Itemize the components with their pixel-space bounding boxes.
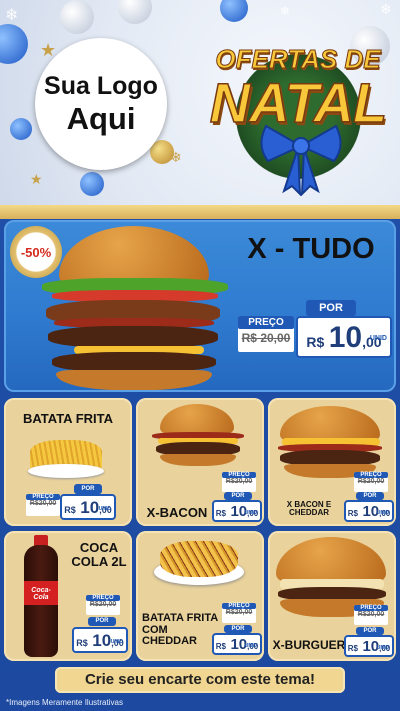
logo-placeholder[interactable]: Sua Logo Aqui: [35, 38, 167, 170]
product-card-x-bacon[interactable]: X-BACON PREÇO R$20,00 POR R$ 10,00 UNID: [136, 398, 264, 526]
product-name: COCA COLA 2L: [71, 540, 127, 569]
old-price-box: PREÇO R$ 20,00: [238, 316, 294, 352]
old-price: R$ 20,00: [241, 331, 291, 345]
featured-product-name: X - TUDO: [247, 233, 375, 265]
currency: R$: [215, 642, 226, 651]
price-tag: PREÇO R$20,00 POR R$ 10,00 UNID: [212, 603, 264, 657]
price-integer: 10: [328, 321, 363, 354]
por-label: POR: [356, 627, 384, 635]
snowflake-icon: ❄: [380, 2, 392, 18]
ornament-ball: [0, 24, 28, 64]
unit-label: UNID: [244, 510, 257, 516]
featured-price-tag: PREÇO R$ 20,00 POR R$ 10,00 UNID: [238, 300, 394, 366]
old-price: R$20,00: [225, 478, 253, 485]
snowflake-icon: ❄: [280, 4, 291, 18]
currency: R$: [64, 505, 76, 515]
disclaimer-text: *Imagens Meramente Ilustrativas: [6, 698, 123, 707]
currency: R$: [215, 509, 226, 518]
ornament-ball: [118, 0, 152, 24]
old-price-box: PREÇO R$20,00: [222, 603, 256, 623]
price-tag: PREÇO R$20,00 POR R$ 10,00 UNID: [70, 595, 130, 657]
new-price-box: R$ 10,00 UNID: [296, 316, 392, 358]
product-name: BATATA FRITA: [22, 411, 113, 426]
new-price-box: R$ 10,00 UNID: [72, 627, 128, 653]
price-tag: PREÇO R$20,00 POR R$ 10,00 UNID: [26, 484, 130, 522]
price-tag: PREÇO R$20,00 POR R$ 10,00 UNID: [344, 605, 396, 659]
old-price-box: PREÇO R$20,00: [354, 605, 388, 625]
old-price: R$20,00: [225, 609, 253, 616]
product-card-x-burguer[interactable]: X-BURGUER PREÇO R$20,00 POR R$ 10,00 UNI…: [268, 531, 396, 661]
snowflake-icon: ❄: [5, 5, 19, 24]
new-price-box: R$ 10,00 UNID: [60, 494, 116, 520]
header-banner: ★ ★ ❄ ❄ ❄ ❄ Sua Logo Aqui OFERTAS DE NAT…: [0, 0, 400, 205]
por-label: POR: [224, 625, 252, 633]
ornament-ball: [60, 0, 94, 34]
currency: R$: [347, 509, 358, 518]
old-price-box: PREÇO R$20,00: [86, 595, 120, 615]
logo-text-line1: Sua Logo: [44, 72, 158, 100]
unit-label: UNID: [244, 643, 257, 649]
unit-label: UNID: [376, 510, 389, 516]
old-price: R$20,00: [89, 601, 117, 608]
unit-label: UNID: [369, 335, 387, 342]
coke-brand-label: Coca-Cola: [31, 587, 51, 601]
product-card-batata-cheddar[interactable]: BATATA FRITA COM CHEDDAR PREÇO R$20,00 P…: [136, 531, 264, 661]
ornament-ball: [80, 172, 104, 196]
price-tag: PREÇO R$20,00 POR R$ 10,00 UNID: [344, 472, 396, 524]
old-price: R$20,00: [357, 478, 385, 485]
featured-card[interactable]: -50% X - TUDO PREÇO R$ 20,00 POR R$ 10,0…: [4, 220, 396, 392]
new-price-box: R$ 10,00 UNID: [344, 635, 394, 657]
price-integer: 10: [80, 498, 100, 517]
flyer-page: ★ ★ ❄ ❄ ❄ ❄ Sua Logo Aqui OFERTAS DE NAT…: [0, 0, 400, 711]
offers-title: OFERTAS DE NATAL: [198, 30, 398, 200]
por-label: POR: [74, 484, 102, 494]
por-label: POR: [224, 492, 252, 500]
new-price-box: R$ 10,00 UNID: [344, 500, 394, 522]
product-name: X-BURGUER: [272, 638, 346, 652]
discount-badge: -50%: [10, 226, 62, 278]
ornament-ball: [220, 0, 248, 22]
price-label: PREÇO: [238, 316, 294, 329]
price-tag: PREÇO R$20,00 POR R$ 10,00 UNID: [212, 472, 264, 524]
product-name: BATATA FRITA COM CHEDDAR: [142, 612, 218, 648]
star-icon: ❄: [170, 150, 182, 166]
currency: R$: [306, 334, 325, 350]
old-price-box: PREÇO R$20,00: [26, 494, 60, 516]
currency: R$: [76, 638, 88, 648]
currency: R$: [347, 644, 358, 653]
product-card-coca-cola[interactable]: Coca-Cola COCA COLA 2L PREÇO R$20,00 POR…: [4, 531, 132, 661]
new-price-box: R$ 10,00 UNID: [212, 500, 262, 522]
star-icon: ★: [30, 172, 43, 188]
old-price: R$20,00: [357, 611, 385, 618]
new-price-box: R$ 10,00 UNID: [212, 633, 262, 655]
bow-icon: [260, 124, 342, 196]
old-price-box: PREÇO R$20,00: [354, 472, 388, 492]
ornament-ball: [10, 118, 32, 140]
product-card-batata-frita[interactable]: BATATA FRITA PREÇO R$20,00 POR R$ 10,00 …: [4, 398, 132, 526]
por-label: POR: [356, 492, 384, 500]
cta-button[interactable]: Crie seu encarte com este tema!: [55, 667, 345, 693]
unit-label: UNID: [110, 639, 123, 645]
por-label: POR: [306, 300, 356, 316]
product-name: X-BACON: [146, 505, 208, 520]
unit-label: UNID: [376, 645, 389, 651]
old-price-box: PREÇO R$20,00: [222, 472, 256, 492]
product-card-x-bacon-cheddar[interactable]: X BACON E CHEDDAR PREÇO R$20,00 POR R$ 1…: [268, 398, 396, 526]
logo-text-line2: Aqui: [66, 101, 136, 136]
unit-label: UNID: [98, 506, 111, 512]
divider-band: [0, 205, 400, 219]
por-label: POR: [88, 617, 116, 626]
old-price: R$20,00: [29, 500, 57, 507]
price-integer: 10: [92, 631, 112, 650]
product-name: X BACON E CHEDDAR: [286, 500, 332, 518]
